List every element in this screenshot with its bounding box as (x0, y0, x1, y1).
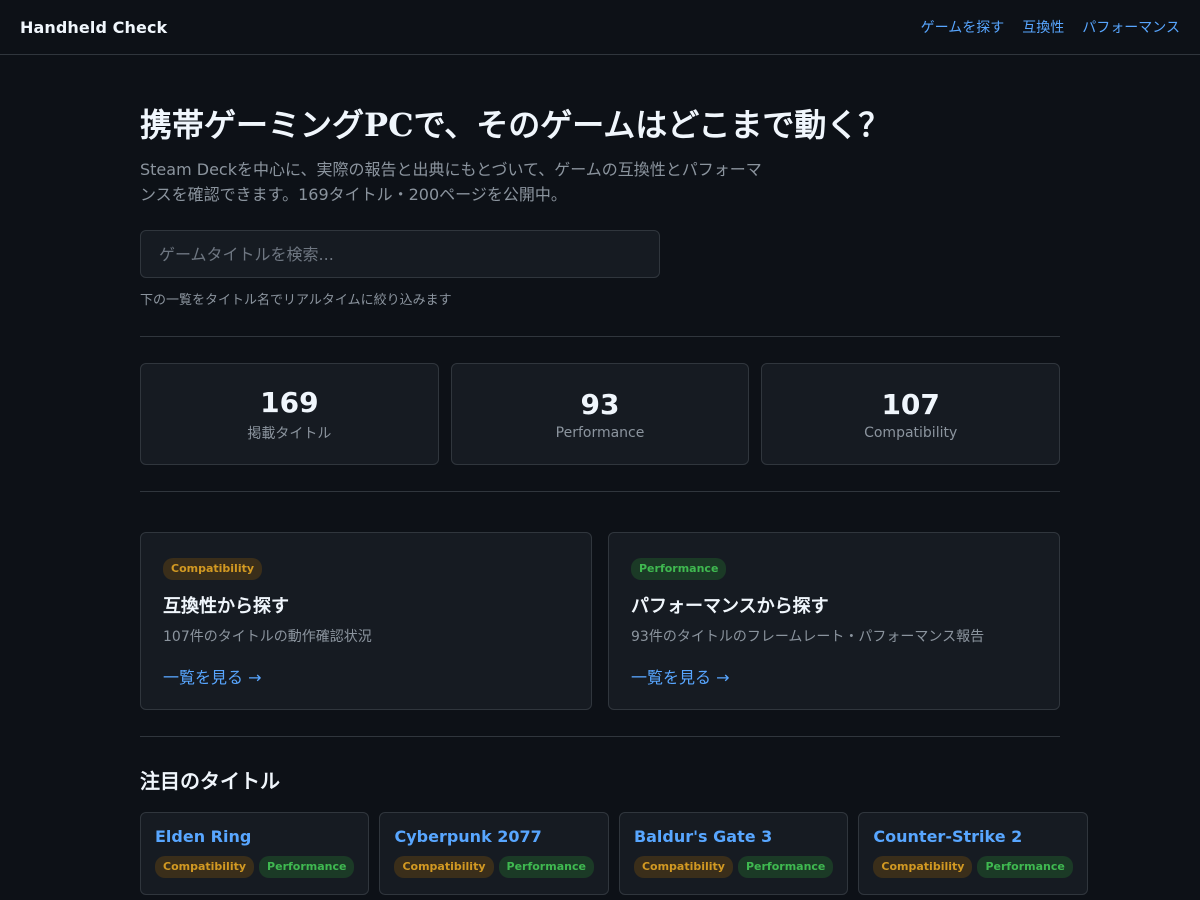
compatibility-badge: Compatibility (633, 856, 733, 878)
stat-label: 掲載タイトル (247, 426, 332, 442)
category-description: 93件のタイトルのフレームレート・パフォーマンス報告 (631, 629, 985, 645)
performance-badge: Performance (977, 856, 1073, 878)
stat-value: 169 (260, 386, 319, 419)
category-card-performance: Performance パフォーマンスから探す 93件のタイトルのフレームレート… (608, 532, 1060, 710)
game-title[interactable]: Cyberpunk 2077 (394, 827, 593, 846)
compatibility-badge: Compatibility (163, 558, 263, 580)
view-list-link-compatibility[interactable]: 一覧を見る → (163, 664, 262, 688)
stat-label: Compatibility (864, 425, 958, 441)
game-card-baldurs-gate-3[interactable]: Baldur's Gate 3 Compatibility Performanc… (618, 812, 849, 895)
stat-value: 107 (881, 388, 940, 421)
compatibility-badge: Compatibility (394, 856, 494, 878)
game-card-elden-ring[interactable]: Elden Ring Compatibility Performance (140, 812, 370, 895)
nav-link-browse-games[interactable]: ゲームを探す (921, 17, 1005, 37)
stat-label: Performance (555, 425, 645, 441)
category-card-compatibility: Compatibility 互換性から探す 107件のタイトルの動作確認状況 一… (140, 532, 592, 710)
game-card-cyberpunk-2077[interactable]: Cyberpunk 2077 Compatibility Performance (379, 812, 609, 895)
game-title[interactable]: Counter-Strike 2 (873, 827, 1072, 846)
category-title: パフォーマンスから探す (631, 596, 829, 617)
stat-card-titles: 169 掲載タイトル (140, 363, 439, 465)
stats-row: 169 掲載タイトル 93 Performance 107 Compatibil… (140, 363, 1061, 465)
view-list-link-performance[interactable]: 一覧を見る → (631, 664, 730, 688)
category-cards: Compatibility 互換性から探す 107件のタイトルの動作確認状況 一… (140, 532, 1060, 710)
divider (140, 491, 1060, 492)
featured-section-title: 注目のタイトル (140, 769, 280, 793)
hero-subtitle: Steam Deckを中心に、実際の報告と出典にもとづいて、ゲームの互換性とパフ… (140, 160, 762, 204)
game-search-input[interactable] (140, 230, 660, 278)
nav-link-compatibility[interactable]: 互換性 (1022, 17, 1064, 37)
performance-badge: Performance (498, 856, 594, 878)
compatibility-badge: Compatibility (155, 856, 255, 878)
game-card-counter-strike-2[interactable]: Counter-Strike 2 Compatibility Performan… (858, 812, 1088, 895)
category-title: 互換性から探す (163, 596, 289, 617)
game-badges: Compatibility Performance (155, 856, 355, 878)
search-hint: 下の一覧をタイトル名でリアルタイムに絞り込みます (140, 293, 452, 308)
game-badges: Compatibility Performance (633, 856, 834, 878)
site-logo[interactable]: Handheld Check (20, 18, 167, 37)
performance-badge: Performance (259, 856, 355, 878)
game-badges: Compatibility Performance (873, 856, 1073, 878)
stat-value: 93 (580, 388, 620, 421)
performance-badge: Performance (631, 558, 727, 580)
game-badges: Compatibility Performance (394, 856, 594, 878)
featured-games-row: Elden Ring Compatibility Performance Cyb… (140, 812, 1088, 895)
top-nav-bar: Handheld Check ゲームを探す 互換性 パフォーマンス (0, 0, 1200, 55)
main-content: 携帯ゲーミングPCで、そのゲームはどこまで動く？ Steam Deckを中心に、… (140, 55, 1088, 900)
game-title[interactable]: Baldur's Gate 3 (634, 827, 833, 846)
stat-card-performance: 93 Performance (450, 363, 750, 465)
divider (140, 736, 1060, 737)
stat-card-compatibility: 107 Compatibility (761, 363, 1061, 465)
category-description: 107件のタイトルの動作確認状況 (163, 629, 372, 645)
divider (140, 336, 1060, 337)
main-nav: ゲームを探す 互換性 パフォーマンス (921, 17, 1180, 37)
game-title[interactable]: Elden Ring (155, 827, 354, 846)
nav-link-performance[interactable]: パフォーマンス (1082, 17, 1180, 37)
compatibility-badge: Compatibility (873, 856, 973, 878)
hero-title: 携帯ゲーミングPCで、そのゲームはどこまで動く？ (140, 106, 891, 144)
performance-badge: Performance (737, 856, 834, 878)
